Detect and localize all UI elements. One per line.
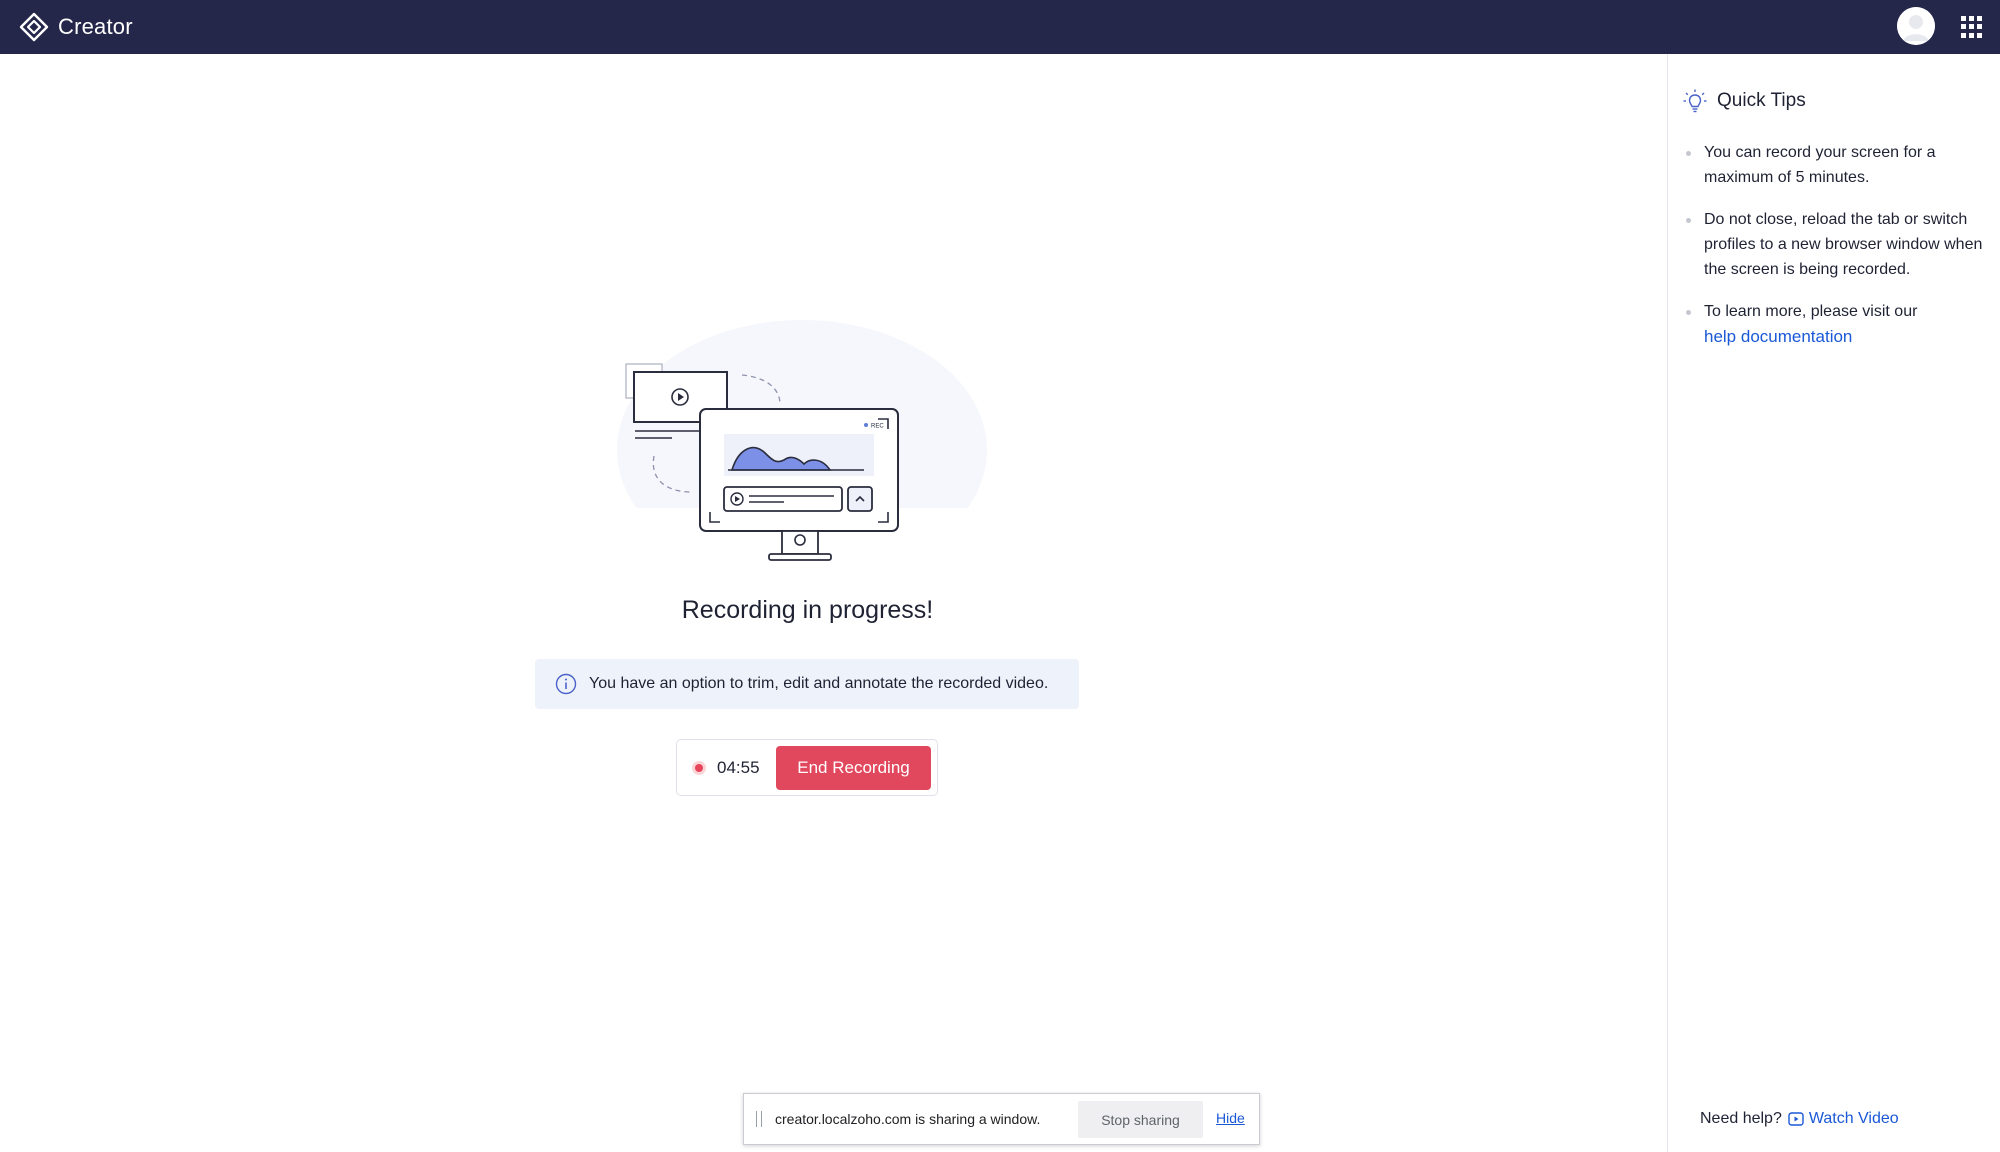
end-recording-button[interactable]: End Recording [776,746,931,790]
tip-text: To learn more, please visit our [1704,303,1918,320]
info-banner: You have an option to trim, edit and ann… [535,659,1079,709]
watch-video-label: Watch Video [1808,1110,1899,1127]
hide-link[interactable]: Hide [1216,1110,1245,1126]
tip-item: To learn more, please visit our help doc… [1686,299,1986,350]
avatar-icon [1897,7,1935,45]
need-help-label: Need help? [1700,1110,1782,1127]
recording-timer: 04:55 [717,757,760,777]
drag-handle-icon[interactable] [756,1111,762,1127]
quick-tips-header: Quick Tips [1682,88,1806,114]
help-documentation-link[interactable]: help documentation [1704,327,1852,346]
lightbulb-icon [1683,89,1707,113]
video-play-icon [1788,1112,1804,1126]
quick-tips-panel: Quick Tips You can record your screen fo… [1667,54,2000,1152]
quick-tips-title: Quick Tips [1717,90,1806,111]
user-avatar[interactable] [1897,7,1935,45]
watch-video-link[interactable]: Watch Video [1788,1110,1899,1128]
recording-status-title: Recording in progress! [681,596,934,624]
main-content: REC Recording in progress! You have an o… [0,54,1667,1152]
sharing-status-text: creator.localzoho.com is sharing a windo… [775,1111,1041,1127]
screen-recording-illustration: REC [612,320,992,570]
app-logo[interactable]: Creator [18,11,133,43]
screen-sharing-bar: creator.localzoho.com is sharing a windo… [743,1093,1260,1145]
app-title: Creator [58,14,133,39]
top-bar: Creator [0,0,2000,54]
apps-grid-icon[interactable] [1961,16,1983,38]
stop-sharing-button[interactable]: Stop sharing [1078,1101,1203,1138]
tip-item: You can record your screen for a maximum… [1686,140,1986,190]
tip-item: Do not close, reload the tab or switch p… [1686,207,1986,282]
tips-list: You can record your screen for a maximum… [1686,140,1986,367]
record-dot-icon [692,760,706,775]
info-text: You have an option to trim, edit and ann… [589,675,1049,692]
info-icon [555,673,577,695]
need-help-footer: Need help? Watch Video [1700,1110,1899,1128]
rec-badge-text: REC [871,424,884,430]
recording-control: 04:55 End Recording [676,739,938,796]
creator-logo-icon [19,12,49,42]
